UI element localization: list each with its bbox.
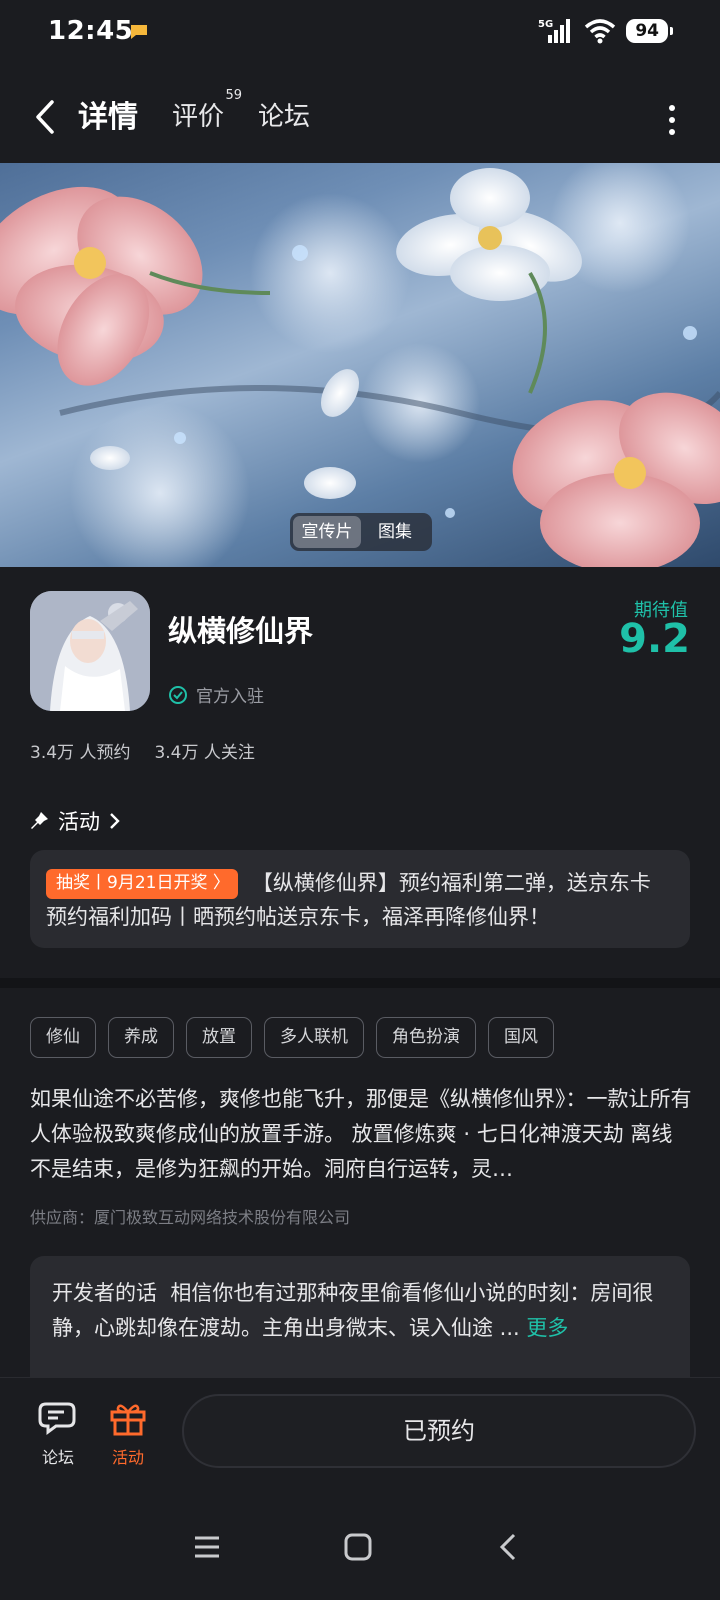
tab-details[interactable]: 详情: [78, 92, 138, 136]
tag-item[interactable]: 放置: [186, 1017, 252, 1058]
back-icon[interactable]: [28, 94, 64, 140]
activity-label: 活动: [111, 1448, 144, 1467]
official-badge: 官方入驻: [168, 682, 264, 707]
gallery-tab[interactable]: 图集: [361, 516, 429, 548]
forum-label: 论坛: [41, 1448, 74, 1467]
forum-chat-icon: [38, 1402, 76, 1435]
status-icons: 5G 94: [538, 16, 673, 46]
follower-count: 3.4万 人关注: [154, 743, 255, 763]
cellular-signal-icon: 5G: [538, 19, 571, 43]
game-description[interactable]: 如果仙途不必苦修，爽修也能飞升，那便是《纵横修仙界》：一款让所有人体验极致爽修成…: [30, 1082, 692, 1187]
developer-note-label: 开发者的话: [52, 1281, 157, 1305]
activity-heading: 活动: [58, 810, 100, 834]
activity-header[interactable]: 活动: [30, 806, 122, 836]
gift-icon: [110, 1404, 146, 1436]
recent-apps-icon[interactable]: [192, 1532, 222, 1562]
game-stats: 3.4万 人预约 3.4万 人关注: [30, 738, 255, 763]
promo-banner[interactable]: [0, 163, 720, 567]
tag-item[interactable]: 养成: [108, 1017, 174, 1058]
forum-button[interactable]: 论坛: [30, 1400, 86, 1468]
tag-item[interactable]: 国风: [488, 1017, 554, 1058]
game-character-icon: [30, 591, 150, 711]
verified-check-icon: [169, 685, 187, 704]
review-count: 59: [225, 88, 243, 103]
bottom-action-bar: 论坛 活动 已预约: [0, 1377, 720, 1485]
activity-button[interactable]: 活动: [100, 1400, 156, 1468]
chevron-right-icon: [110, 813, 120, 829]
genre-tags: 修仙 养成 放置 多人联机 角色扮演 国风: [30, 1017, 554, 1058]
game-title: 纵横修仙界: [168, 614, 314, 648]
tag-item[interactable]: 修仙: [30, 1017, 96, 1058]
tag-item[interactable]: 角色扮演: [376, 1017, 476, 1058]
more-link[interactable]: 更多: [526, 1316, 568, 1340]
battery-level: 94: [626, 19, 673, 43]
status-bar: 12:45 5G 94: [0, 0, 720, 64]
blossom-artwork: [0, 163, 720, 567]
media-type-toggle: 宣传片 图集: [290, 513, 432, 551]
app-detail-page: 12:45 5G 94 详情 评价 59 论坛 宣传片 图集 纵横修仙界 官方入…: [0, 0, 720, 1600]
section-divider: [0, 978, 720, 988]
wifi-icon: [585, 19, 616, 44]
reserved-button[interactable]: 已预约: [182, 1394, 696, 1468]
tab-reviews[interactable]: 评价 59: [172, 88, 242, 133]
more-options-icon[interactable]: [668, 104, 676, 136]
official-label: 官方入驻: [196, 687, 264, 707]
promo-video-tab[interactable]: 宣传片: [293, 516, 361, 548]
expectation-score: 9.2: [619, 616, 690, 662]
tab-forum[interactable]: 论坛: [258, 96, 310, 133]
pin-icon: [31, 812, 48, 829]
game-app-icon: [30, 591, 150, 711]
system-back-icon[interactable]: [494, 1532, 524, 1562]
message-notification-icon: [131, 25, 147, 39]
activity-card[interactable]: 抽奖丨9月21日开奖 〉【纵横修仙界】预约福利第二弹，送京东卡 预约福利加码丨晒…: [30, 850, 690, 948]
tag-item[interactable]: 多人联机: [264, 1017, 364, 1058]
reservation-count: 3.4万 人预约: [30, 743, 131, 763]
lottery-badge: 抽奖丨9月21日开奖 〉: [46, 869, 238, 899]
top-navigation: 详情 评价 59 论坛: [0, 80, 720, 160]
status-time: 12:45: [48, 16, 134, 46]
home-icon[interactable]: [343, 1532, 373, 1562]
system-navigation-bar: [0, 1500, 720, 1600]
supplier-info: 供应商：厦门极致互动网络技术股份有限公司: [30, 1208, 351, 1227]
network-type: 5G: [538, 19, 553, 30]
developer-note-card[interactable]: 开发者的话 相信你也有过那种夜里偷看修仙小说的时刻：房间很静，心跳却像在渡劫。主…: [30, 1256, 690, 1386]
